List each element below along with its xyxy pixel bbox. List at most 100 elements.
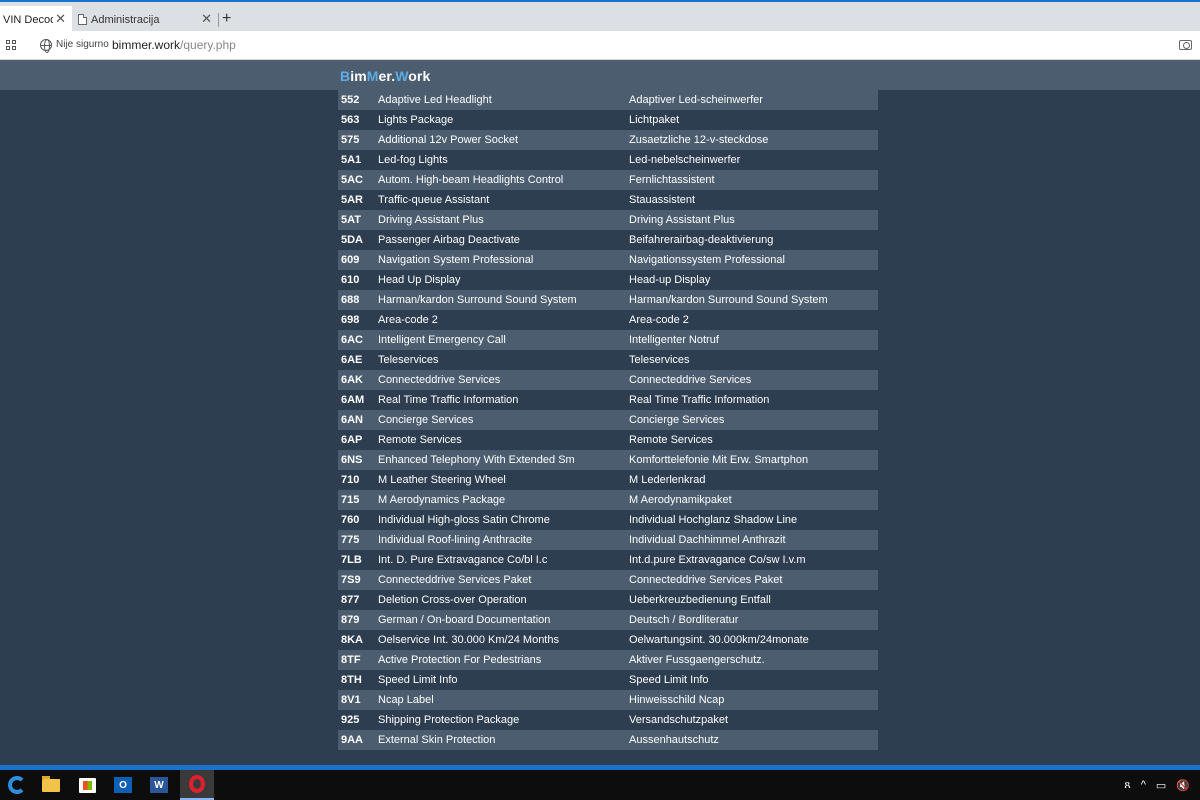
- option-name-en: Concierge Services: [378, 414, 474, 426]
- table-row: 877 Deletion Cross-over Operation Ueberkre…: [338, 590, 878, 610]
- tabs-grid-icon[interactable]: [6, 40, 16, 50]
- option-code: 8KA: [341, 634, 364, 646]
- option-name-en: Passenger Airbag Deactivate: [378, 234, 520, 246]
- taskbar-store[interactable]: [70, 770, 104, 800]
- option-code: 575: [341, 134, 360, 146]
- new-tab-button[interactable]: +: [222, 10, 231, 28]
- taskbar-explorer[interactable]: [34, 770, 68, 800]
- table-row: 688 Harman/kardon Surround Sound System Ha…: [338, 290, 878, 310]
- option-code: 698: [341, 314, 360, 326]
- option-name-de: Led-nebelscheinwerfer: [629, 154, 741, 166]
- option-name-de: Head-up Display: [629, 274, 711, 286]
- option-name-de: Connecteddrive Services: [629, 374, 752, 386]
- option-name-de: Remote Services: [629, 434, 713, 446]
- option-name-en: Teleservices: [378, 354, 439, 366]
- option-name-en: Enhanced Telephony With Extended Sm: [378, 454, 575, 466]
- option-name-en: Autom. High-beam Headlights Control: [378, 174, 564, 186]
- table-row: 715 M Aerodynamics Package M Aerodynamikpa…: [338, 490, 878, 510]
- option-name-en: Active Protection For Pedestrians: [378, 654, 542, 666]
- people-icon[interactable]: ጸ: [1124, 779, 1130, 792]
- taskbar-outlook[interactable]: O: [106, 770, 140, 800]
- volume-muted-icon[interactable]: 🔇: [1176, 779, 1190, 792]
- taskbar-opera[interactable]: [180, 770, 214, 800]
- option-name-en: Area-code 2: [378, 314, 438, 326]
- table-row: 7S9 Connecteddrive Services Paket Connecte…: [338, 570, 878, 590]
- table-row: 6AE Teleservices Teleservices: [338, 350, 878, 370]
- option-code: 775: [341, 534, 360, 546]
- option-name-en: Additional 12v Power Socket: [378, 134, 519, 146]
- option-code: 5DA: [341, 234, 364, 246]
- table-row: 5AT Driving Assistant Plus Driving Assista…: [338, 210, 878, 230]
- globe-icon[interactable]: [40, 39, 52, 53]
- logo-part: W: [395, 68, 409, 84]
- taskbar-edge[interactable]: [0, 770, 34, 800]
- site-header: BimMer.Work: [0, 60, 1200, 90]
- option-name-en: Int. D. Pure Extravagance Co/bl I.c: [378, 554, 548, 566]
- camera-icon[interactable]: [1179, 40, 1192, 50]
- url-path: /query.php: [180, 38, 236, 52]
- logo-part: im: [350, 68, 367, 84]
- option-name-de: Beifahrerairbag-deaktivierung: [629, 234, 774, 246]
- option-name-en: M Leather Steering Wheel: [378, 474, 506, 486]
- option-name-en: Individual Roof-lining Anthracite: [378, 534, 533, 546]
- option-code: 6AC: [341, 334, 364, 346]
- logo-part: B: [340, 68, 351, 84]
- table-row: 6AM Real Time Traffic Information Real Tim…: [338, 390, 878, 410]
- chevron-up-icon[interactable]: ^: [1141, 779, 1146, 791]
- close-icon[interactable]: ✕: [55, 12, 66, 26]
- option-code: 5AT: [341, 214, 361, 226]
- address-bar: Nije sigurno bimmer.work/query.php: [0, 31, 1200, 60]
- taskbar-word[interactable]: W: [142, 770, 176, 800]
- table-row: 775 Individual Roof-lining Anthracite Indi…: [338, 530, 878, 550]
- option-name-de: M Aerodynamikpaket: [629, 494, 732, 506]
- tab-vin-decoder[interactable]: VIN Decoder ✕: [0, 6, 72, 33]
- table-row: 8V1 Ncap Label Hinweisschild Ncap: [338, 690, 878, 710]
- page-content: 552 Adaptive Led Headlight Adaptiver Led-s…: [0, 90, 1200, 765]
- option-code: 6AM: [341, 394, 365, 406]
- option-name-de: Connecteddrive Services Paket: [629, 574, 783, 586]
- option-name-en: Shipping Protection Package: [378, 714, 520, 726]
- option-name-en: Navigation System Professional: [378, 254, 534, 266]
- option-code: 6AE: [341, 354, 363, 366]
- option-name-de: Speed Limit Info: [629, 674, 709, 686]
- option-code: 7S9: [341, 574, 361, 586]
- table-row: 575 Additional 12v Power Socket Zusaetzlic…: [338, 130, 878, 150]
- option-name-de: Individual Dachhimmel Anthrazit: [629, 534, 786, 546]
- option-name-de: Oelwartungsint. 30.000km/24monate: [629, 634, 809, 646]
- store-icon: [78, 777, 96, 793]
- security-indicator[interactable]: Nije sigurno: [56, 39, 109, 50]
- option-code: 8TH: [341, 674, 362, 686]
- option-name-en: Harman/kardon Surround Sound System: [378, 294, 577, 306]
- table-row: 610 Head Up Display Head-up Display: [338, 270, 878, 290]
- option-name-de: Driving Assistant Plus: [629, 214, 735, 226]
- option-name-de: Intelligenter Notruf: [629, 334, 719, 346]
- option-code: 610: [341, 274, 360, 286]
- option-code: 6AP: [341, 434, 363, 446]
- option-name-en: Led-fog Lights: [378, 154, 448, 166]
- option-code: 877: [341, 594, 360, 606]
- option-name-en: German / On-board Documentation: [378, 614, 551, 626]
- option-name-de: Ueberkreuzbedienung Entfall: [629, 594, 771, 606]
- tab-administracija[interactable]: Administracija ✕: [74, 6, 218, 33]
- option-name-de: Hinweisschild Ncap: [629, 694, 725, 706]
- option-name-de: Concierge Services: [629, 414, 725, 426]
- option-code: 609: [341, 254, 360, 266]
- option-name-de: Area-code 2: [629, 314, 689, 326]
- site-logo[interactable]: BimMer.Work: [340, 68, 430, 84]
- tab-divider: [218, 13, 219, 27]
- option-name-en: Connecteddrive Services Paket: [378, 574, 532, 586]
- close-icon[interactable]: ✕: [201, 12, 212, 26]
- option-name-en: Speed Limit Info: [378, 674, 458, 686]
- option-name-de: Versandschutzpaket: [629, 714, 729, 726]
- tab-strip: VIN Decoder ✕ Administracija ✕ +: [0, 0, 1200, 33]
- url-field[interactable]: bimmer.work/query.php: [112, 38, 236, 52]
- tab-label: VIN Decoder: [3, 13, 53, 26]
- network-icon[interactable]: ▭: [1156, 779, 1166, 792]
- table-row: 5AR Traffic-queue Assistant Stauassistent: [338, 190, 878, 210]
- option-name-de: Aktiver Fussgaengerschutz.: [629, 654, 765, 666]
- table-row: 925 Shipping Protection Package Versandsch…: [338, 710, 878, 730]
- option-name-en: Driving Assistant Plus: [378, 214, 484, 226]
- option-name-en: Remote Services: [378, 434, 462, 446]
- table-row: 609 Navigation System Professional Navigat…: [338, 250, 878, 270]
- options-table: 552 Adaptive Led Headlight Adaptiver Led-s…: [338, 90, 878, 750]
